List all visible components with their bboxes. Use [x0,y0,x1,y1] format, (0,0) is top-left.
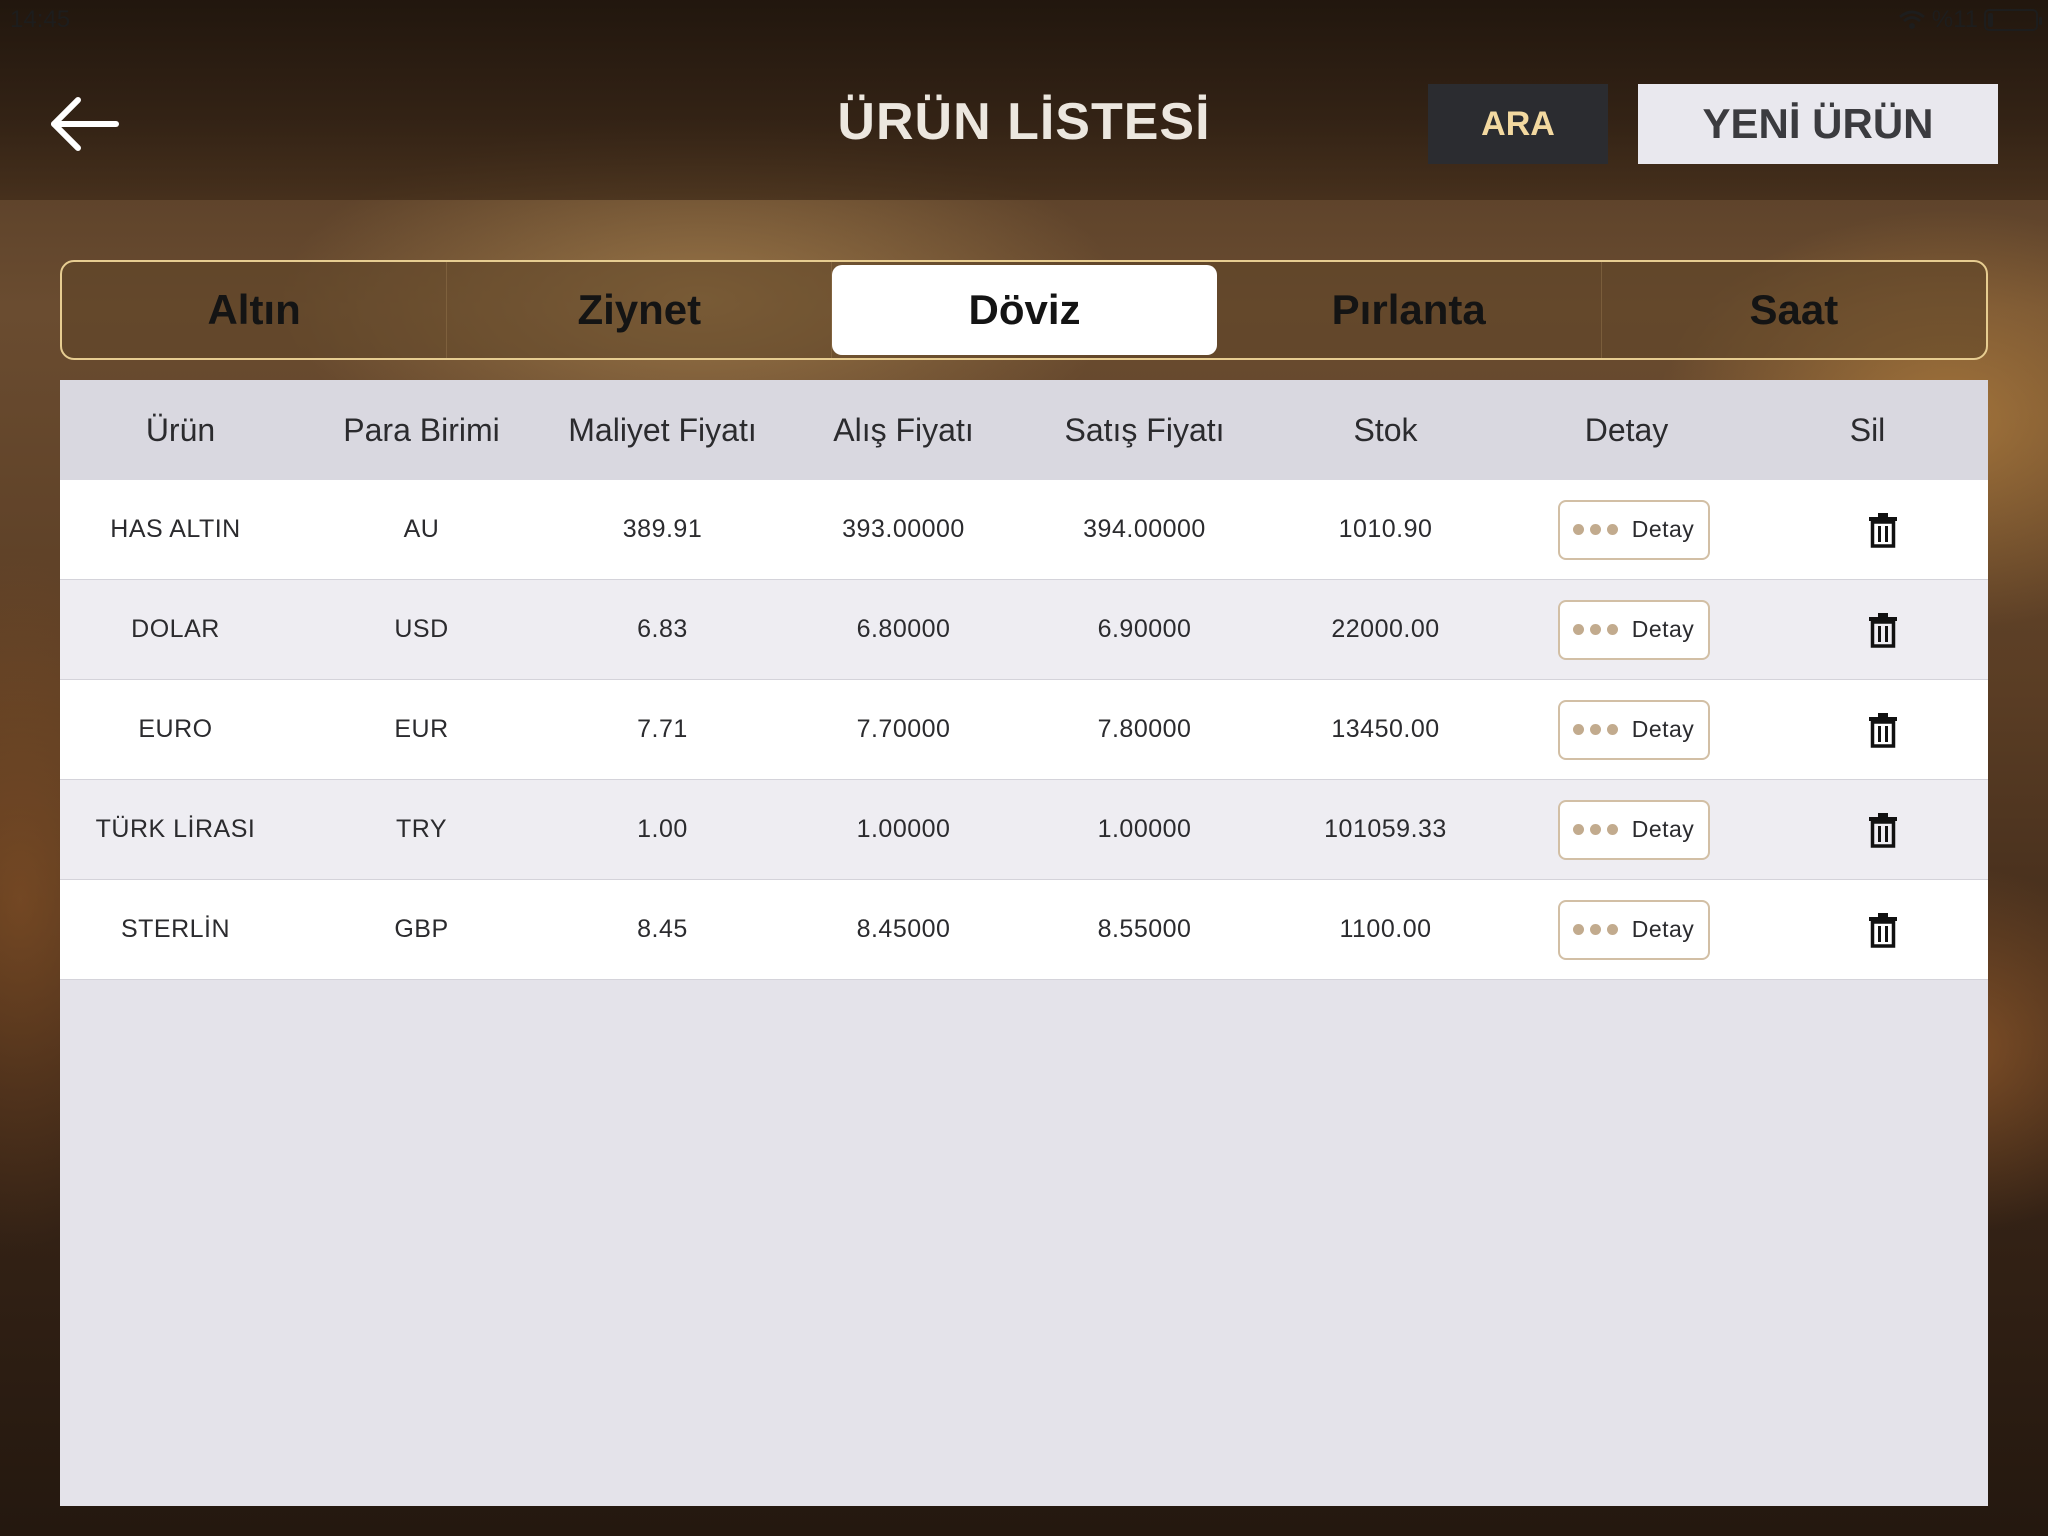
cost-price-cell: 6.83 [637,615,688,643]
column-header: Alış Fiyatı [833,411,974,448]
more-dots-icon [1572,824,1618,835]
column-header: Sil [1849,411,1886,448]
detail-cell: Detay [1506,680,1747,779]
delete-button[interactable] [1863,710,1903,750]
column-header: Satış Fiyatı [1064,411,1225,448]
category-tabs: Altın Ziynet Döviz Pırlanta Saat [60,260,1988,360]
buy-price-cell: 393.00000 [842,515,965,543]
tab-ziynet[interactable]: Ziynet [447,262,833,358]
status-bar: 14:45 %11 [0,0,2048,40]
product-cell: EURO [138,715,213,743]
detail-label: Detay [1631,916,1695,942]
detail-cell: Detay [1506,480,1747,579]
stock-cell: 101059.33 [1324,815,1447,843]
currency-cell: GBP [394,915,449,943]
more-dots-icon [1572,724,1618,735]
wifi-icon [1898,10,1925,29]
column-header: Detay [1584,411,1669,448]
stock-cell: 13450.00 [1331,715,1440,743]
status-indicators: %11 [1898,0,2042,40]
table-header: Ürün Para Birimi Maliyet Fiyatı Alış Fiyatı… [60,380,1988,480]
battery-fill [1988,13,1993,27]
tab-döviz[interactable]: Döviz [832,265,1217,355]
table-row: HAS ALTIN AU 389.91 393.00000 394.00000 1010.… [60,480,1988,580]
detail-button[interactable]: Detay [1557,599,1710,660]
more-dots-icon [1572,624,1618,635]
delete-button[interactable] [1863,810,1903,850]
more-dots-icon [1572,924,1618,935]
product-cell: HAS ALTIN [110,515,241,543]
detail-cell: Detay [1506,880,1747,979]
column-header: Maliyet Fiyatı [568,411,757,448]
sell-price-cell: 8.55000 [1097,915,1192,943]
delete-cell [1747,480,1988,579]
table-row: STERLİN GBP 8.45 8.45000 8.55000 1100.00 Detay [60,880,1988,980]
product-table: Ürün Para Birimi Maliyet Fiyatı Alış Fiyatı… [60,380,1988,1506]
stock-cell: 1100.00 [1339,915,1432,943]
detail-label: Detay [1631,816,1695,842]
tab-saat[interactable]: Saat [1602,262,1986,358]
currency-cell: AU [403,515,440,543]
column-header: Para Birimi [343,411,500,448]
currency-cell: TRY [395,815,448,843]
detail-label: Detay [1631,516,1695,542]
delete-cell [1747,780,1988,879]
trash-icon [1868,712,1897,748]
table-row: EURO EUR 7.71 7.70000 7.80000 13450.00 Detay [60,680,1988,780]
detail-cell: Detay [1506,780,1747,879]
trash-icon [1868,812,1897,848]
trash-icon [1868,912,1897,948]
battery-icon [1984,9,2042,31]
table-row: TÜRK LİRASI TRY 1.00 1.00000 1.00000 101059.3… [60,780,1988,880]
delete-button[interactable] [1863,510,1903,550]
product-cell: DOLAR [131,615,220,643]
status-time: 14:45 [10,6,71,33]
detail-button[interactable]: Detay [1557,699,1710,760]
cost-price-cell: 8.45 [637,915,688,943]
buy-price-cell: 1.00000 [856,815,951,843]
trash-icon [1868,512,1897,548]
more-dots-icon [1572,524,1618,535]
buy-price-cell: 8.45000 [856,915,951,943]
sell-price-cell: 7.80000 [1097,715,1192,743]
cost-price-cell: 1.00 [637,815,688,843]
currency-cell: USD [394,615,449,643]
detail-button[interactable]: Detay [1557,499,1710,560]
detail-button[interactable]: Detay [1557,799,1710,860]
product-cell: STERLİN [120,915,231,943]
stock-cell: 1010.90 [1338,515,1433,543]
buy-price-cell: 6.80000 [856,615,951,643]
sell-price-cell: 1.00000 [1097,815,1192,843]
detail-cell: Detay [1506,580,1747,679]
detail-button[interactable]: Detay [1557,899,1710,960]
tab-pırlanta[interactable]: Pırlanta [1217,262,1602,358]
column-header: Stok [1353,411,1418,448]
delete-button[interactable] [1863,610,1903,650]
sell-price-cell: 6.90000 [1097,615,1192,643]
column-header: Ürün [145,411,216,448]
cost-price-cell: 7.71 [637,715,688,743]
new-product-button[interactable]: YENİ ÜRÜN [1638,84,1998,164]
currency-cell: EUR [394,715,449,743]
detail-label: Detay [1631,716,1695,742]
search-button[interactable]: ARA [1428,84,1608,164]
battery-percent: %11 [1931,6,1978,33]
trash-icon [1868,612,1897,648]
product-cell: TÜRK LİRASI [95,815,256,843]
tab-altın[interactable]: Altın [62,262,448,358]
stock-cell: 22000.00 [1331,615,1440,643]
buy-price-cell: 7.70000 [856,715,951,743]
delete-cell [1747,680,1988,779]
sell-price-cell: 394.00000 [1083,515,1206,543]
cost-price-cell: 389.91 [622,515,703,543]
delete-cell [1747,880,1988,979]
detail-label: Detay [1631,616,1695,642]
table-row: DOLAR USD 6.83 6.80000 6.90000 22000.00 Detay [60,580,1988,680]
table-body: HAS ALTIN AU 389.91 393.00000 394.00000 1010.… [60,480,1988,980]
delete-button[interactable] [1863,910,1903,950]
delete-cell [1747,580,1988,679]
